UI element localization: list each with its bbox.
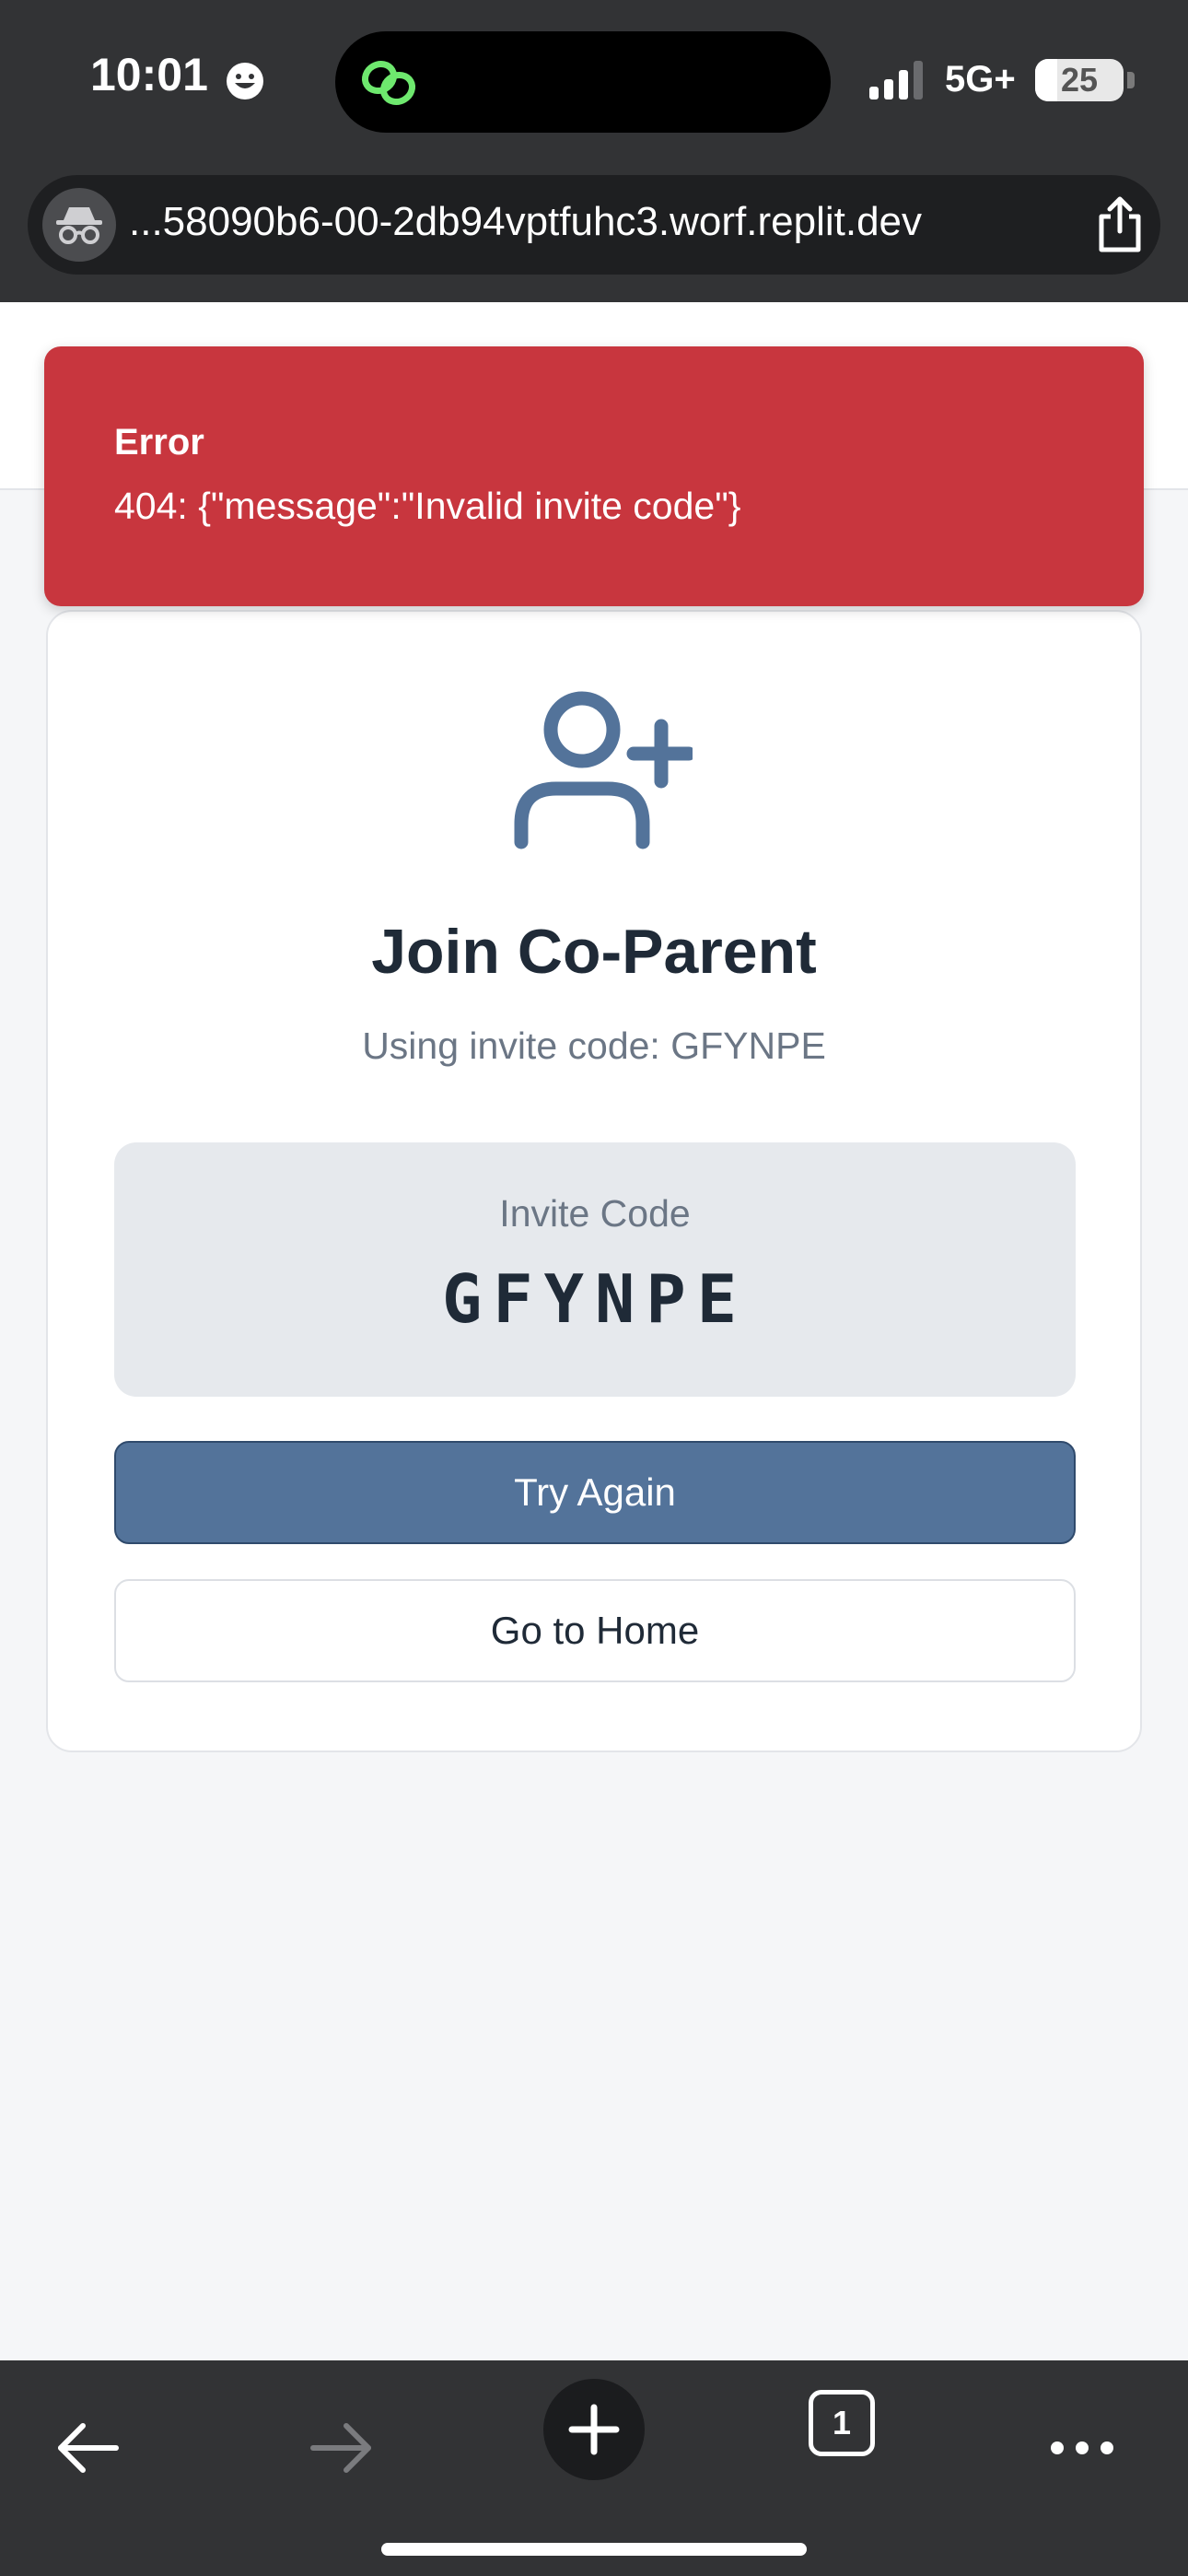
network-label: 5G+ bbox=[945, 59, 1016, 100]
try-again-button[interactable]: Try Again bbox=[114, 1441, 1076, 1544]
forward-arrow-icon bbox=[310, 2423, 371, 2473]
browser-top-chrome: 10:01 5G+ 25 ...58090b6-00-2db94vptfuhc3… bbox=[0, 0, 1188, 302]
share-button[interactable] bbox=[1087, 192, 1153, 258]
battery-cap bbox=[1127, 72, 1135, 88]
battery-icon: 25 bbox=[1035, 59, 1124, 101]
new-tab-button[interactable] bbox=[543, 2379, 645, 2480]
more-button[interactable] bbox=[1041, 2406, 1124, 2489]
incognito-button[interactable] bbox=[42, 188, 116, 262]
invite-code-label: Invite Code bbox=[499, 1192, 691, 1235]
more-icon bbox=[1051, 2441, 1113, 2454]
go-home-button[interactable]: Go to Home bbox=[114, 1579, 1076, 1682]
back-arrow-icon bbox=[58, 2423, 119, 2473]
address-bar[interactable]: ...58090b6-00-2db94vptfuhc3.worf.replit.… bbox=[28, 175, 1160, 275]
invite-code-box: Invite Code GFYNPE bbox=[114, 1142, 1076, 1397]
invite-code-value: GFYNPE bbox=[441, 1260, 749, 1338]
plus-icon bbox=[568, 2404, 620, 2455]
web-page: Join Co-Parent Using invite code: GFYNPE… bbox=[0, 302, 1188, 2360]
battery-percentage: 25 bbox=[1060, 61, 1099, 99]
url-text[interactable]: ...58090b6-00-2db94vptfuhc3.worf.replit.… bbox=[129, 199, 1077, 245]
user-plus-icon bbox=[514, 691, 693, 849]
join-card: Join Co-Parent Using invite code: GFYNPE… bbox=[46, 610, 1142, 1752]
link-icon bbox=[361, 60, 416, 106]
error-toast[interactable]: Error 404: {"message":"Invalid invite co… bbox=[44, 346, 1144, 606]
home-indicator[interactable] bbox=[381, 2543, 807, 2556]
tabs-icon: 1 bbox=[809, 2390, 875, 2456]
status-time: 10:01 bbox=[90, 49, 208, 100]
signal-icon bbox=[869, 61, 923, 100]
tabs-button[interactable]: 1 bbox=[809, 2390, 882, 2464]
smile-icon bbox=[227, 63, 263, 100]
incognito-icon bbox=[56, 207, 102, 244]
page-title: Join Co-Parent bbox=[371, 917, 817, 987]
error-message: 404: {"message":"Invalid invite code"} bbox=[114, 485, 741, 527]
forward-button[interactable] bbox=[300, 2406, 383, 2489]
back-button[interactable] bbox=[46, 2406, 129, 2489]
browser-bottom-toolbar: 1 bbox=[0, 2360, 1188, 2576]
screen: 10:01 5G+ 25 ...58090b6-00-2db94vptfuhc3… bbox=[0, 0, 1188, 2576]
share-icon bbox=[1099, 196, 1141, 252]
error-title: Error bbox=[114, 422, 204, 463]
invite-subtitle: Using invite code: GFYNPE bbox=[362, 1025, 826, 1067]
